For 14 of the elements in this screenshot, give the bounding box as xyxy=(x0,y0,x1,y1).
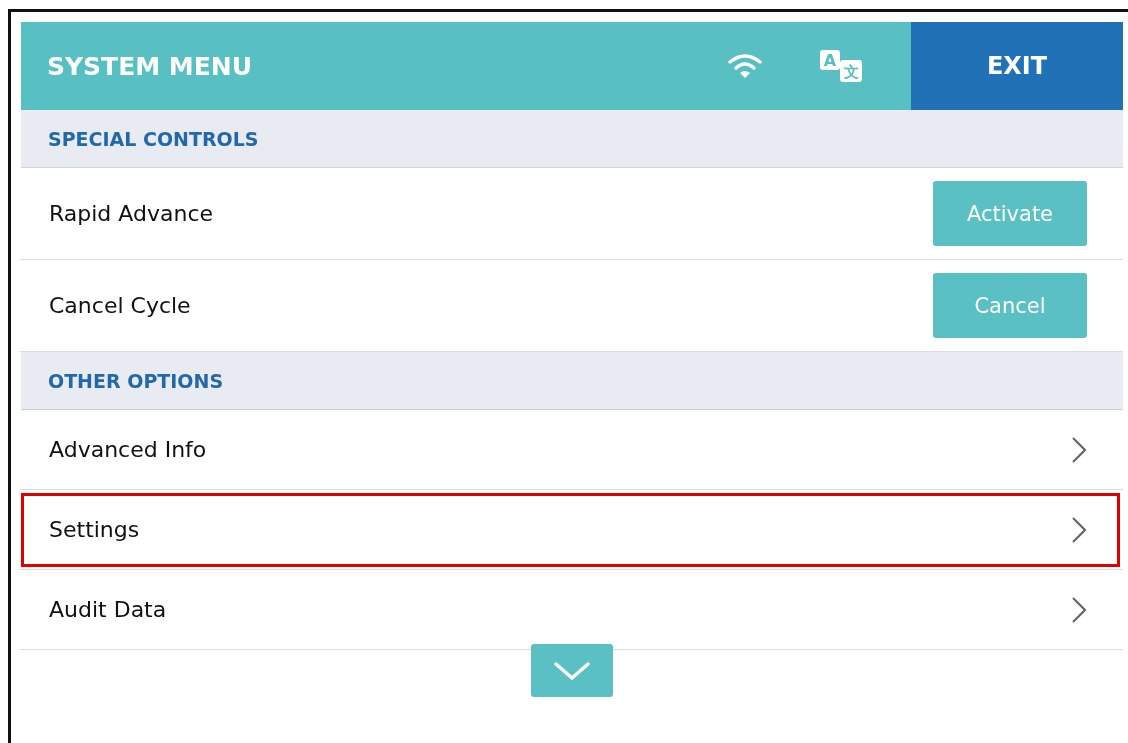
exit-button[interactable]: EXIT xyxy=(911,22,1123,110)
chevron-right-icon xyxy=(1071,435,1087,464)
row-label: Cancel Cycle xyxy=(49,293,191,318)
chevron-right-icon xyxy=(1071,515,1087,544)
menu-item[interactable]: Advanced Info xyxy=(18,410,1123,490)
scroll-down-button[interactable] xyxy=(531,644,613,697)
wifi-icon[interactable] xyxy=(727,52,763,80)
chevron-down-icon xyxy=(552,659,592,682)
menu-title: SYSTEM MENU xyxy=(46,51,253,81)
section-title: SPECIAL CONTROLS xyxy=(48,127,259,150)
section-title: OTHER OPTIONS xyxy=(48,369,224,392)
chevron-right-icon xyxy=(1071,595,1087,624)
menu-item[interactable]: Settings xyxy=(18,490,1123,570)
row-label: Rapid Advance xyxy=(49,201,214,226)
